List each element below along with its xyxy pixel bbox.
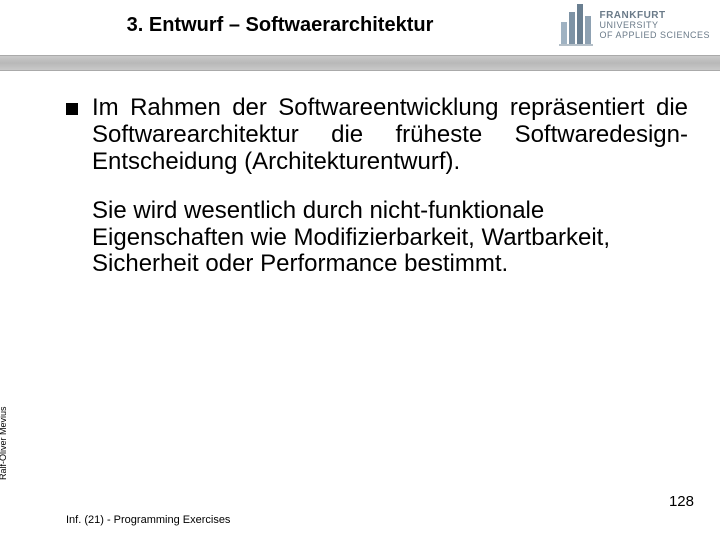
logo-bars-icon xyxy=(559,4,593,46)
page-number: 128 xyxy=(669,493,694,510)
bullet-square-icon xyxy=(66,103,78,115)
logo-line3: OF APPLIED SCIENCES xyxy=(599,31,710,41)
paragraph-2: Sie wird wesentlich durch nicht-funktion… xyxy=(92,198,688,279)
bullet-item: Im Rahmen der Softwareentwicklung repräs… xyxy=(66,95,688,176)
university-logo: FRANKFURT UNIVERSITY OF APPLIED SCIENCES xyxy=(559,4,710,46)
logo-text: FRANKFURT UNIVERSITY OF APPLIED SCIENCES xyxy=(599,10,710,41)
slide-header: 3. Entwurf – Softwaerarchitektur FRANKFU… xyxy=(0,0,720,68)
logo-line1: FRANKFURT xyxy=(599,10,710,21)
header-divider-bar xyxy=(0,55,720,71)
paragraph-1: Im Rahmen der Softwareentwicklung repräs… xyxy=(92,95,688,176)
paragraph-2-wrap: Sie wird wesentlich durch nicht-funktion… xyxy=(66,198,688,279)
slide-footer: Inf. (21) - Programming Exercises xyxy=(66,514,230,526)
slide-content: Im Rahmen der Softwareentwicklung repräs… xyxy=(66,95,688,278)
author-sidelabel: Ralf-Oliver Mevius xyxy=(0,406,8,480)
